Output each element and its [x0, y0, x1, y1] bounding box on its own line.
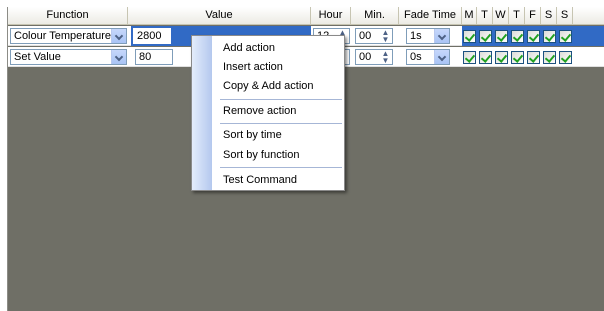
menu-item-sort-by-time[interactable]: Sort by time	[223, 127, 282, 143]
chevron-down-icon[interactable]	[434, 29, 449, 43]
checkbox-fri[interactable]	[527, 51, 540, 64]
menu-item-remove-action[interactable]: Remove action	[223, 103, 296, 119]
function-value: Set Value	[14, 51, 61, 63]
min-spinner[interactable]: 00 ▲ ▼	[355, 49, 393, 65]
function-combo[interactable]: Colour Temperature	[10, 28, 127, 44]
min-value: 00	[359, 51, 372, 63]
fade-value: 0s	[410, 51, 422, 63]
col-header-fri[interactable]: F	[525, 7, 541, 25]
col-header-min[interactable]: Min.	[351, 7, 399, 25]
spinner-arrows-icon[interactable]: ▲▼	[379, 29, 392, 43]
min-spinner[interactable]: 00 ▲ ▼	[355, 28, 393, 44]
checkbox-fri[interactable]	[527, 30, 540, 43]
checkbox-wed[interactable]	[495, 30, 508, 43]
menu-separator	[220, 167, 342, 168]
col-header-function[interactable]: Function	[8, 7, 128, 25]
col-header-thu[interactable]: T	[509, 7, 525, 25]
fade-combo[interactable]: 1s	[406, 28, 450, 44]
col-header-value[interactable]: Value	[128, 7, 311, 25]
menu-item-copy-add-action[interactable]: Copy & Add action	[223, 78, 314, 94]
context-menu: Add action Insert action Copy & Add acti…	[191, 35, 345, 191]
value-input[interactable]: 80	[135, 49, 173, 65]
col-header-sat[interactable]: S	[541, 7, 557, 25]
menu-separator	[220, 123, 342, 124]
col-header-mon[interactable]: M	[462, 7, 477, 25]
min-value: 00	[359, 30, 372, 42]
menu-icon-strip	[192, 36, 212, 190]
chevron-down-icon[interactable]	[434, 50, 449, 64]
checkbox-tue[interactable]	[479, 51, 492, 64]
function-combo[interactable]: Set Value	[10, 49, 127, 65]
menu-item-test-command[interactable]: Test Command	[223, 172, 297, 188]
menu-item-sort-by-function[interactable]: Sort by function	[223, 147, 299, 163]
menu-item-add-action[interactable]: Add action	[223, 40, 275, 56]
checkbox-mon[interactable]	[463, 51, 476, 64]
fade-combo[interactable]: 0s	[406, 49, 450, 65]
value-input[interactable]: 2800	[133, 28, 171, 44]
checkbox-sun[interactable]	[559, 51, 572, 64]
checkbox-sat[interactable]	[543, 51, 556, 64]
checkbox-sat[interactable]	[543, 30, 556, 43]
checkbox-thu[interactable]	[511, 51, 524, 64]
chevron-down-icon[interactable]	[111, 29, 126, 43]
chevron-down-icon[interactable]	[111, 50, 126, 64]
col-header-hour[interactable]: Hour	[311, 7, 351, 25]
col-header-fade-time[interactable]: Fade Time	[399, 7, 462, 25]
spinner-arrows-icon[interactable]: ▲▼	[379, 50, 392, 64]
checkbox-tue[interactable]	[479, 30, 492, 43]
function-value: Colour Temperature	[14, 30, 112, 42]
checkbox-mon[interactable]	[463, 30, 476, 43]
checkbox-wed[interactable]	[495, 51, 508, 64]
menu-separator	[220, 99, 342, 100]
menu-item-insert-action[interactable]: Insert action	[223, 59, 283, 75]
grid-header: Function Value Hour Min. Fade Time M T W…	[8, 7, 604, 25]
col-header-wed[interactable]: W	[493, 7, 509, 25]
checkbox-thu[interactable]	[511, 30, 524, 43]
checkbox-sun[interactable]	[559, 30, 572, 43]
col-header-sun[interactable]: S	[557, 7, 573, 25]
col-header-tue[interactable]: T	[477, 7, 493, 25]
fade-value: 1s	[410, 30, 422, 42]
